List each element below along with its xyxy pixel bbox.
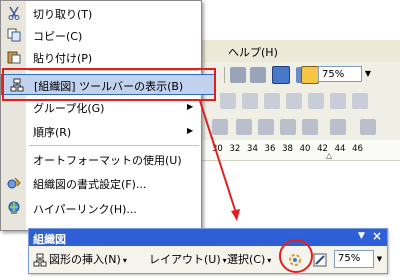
layout-label: レイアウト(U)	[149, 253, 221, 266]
submenu-arrow-icon: ▶	[187, 126, 194, 135]
menu-item-paste[interactable]: 貼り付け(P)	[1, 47, 201, 68]
align-icon[interactable]	[220, 93, 236, 109]
toolbar-options-icon[interactable]: ▼	[358, 231, 365, 241]
scissors-icon	[7, 6, 21, 20]
toolbar-title: 組織図	[33, 233, 66, 246]
menu-item-label: 切り取り(T)	[33, 8, 93, 21]
zoom-dropdown-icon[interactable]: ▼	[374, 250, 385, 268]
toolbar-separator	[224, 67, 225, 83]
menu-item-cut[interactable]: 切り取り(T)	[1, 3, 201, 24]
menu-item-label: グループ化(G)	[33, 102, 105, 115]
menu-help[interactable]: ヘルプ(H)	[228, 44, 278, 60]
text-direction-icon[interactable]	[330, 119, 346, 135]
select-label: 選択(C)	[227, 253, 266, 266]
zoom-box[interactable]: 75%	[318, 66, 362, 82]
dropdown-arrow-icon: ▾	[267, 256, 272, 265]
insert-shape-label: 図形の挿入(N)	[49, 253, 121, 266]
table-icon[interactable]	[308, 93, 324, 109]
drawing-icon[interactable]	[272, 66, 290, 84]
paste-icon	[7, 50, 21, 64]
bullets-icon[interactable]	[258, 119, 274, 135]
layout-button[interactable]: レイアウト(U) ▾	[149, 250, 227, 270]
indent-marker-icon[interactable]: △	[326, 151, 332, 160]
menu-item-label: 貼り付け(P)	[33, 52, 93, 65]
menu-separator	[29, 145, 199, 146]
font-color-icon[interactable]	[360, 119, 376, 135]
menu-item-label: 組織図の書式設定(F)...	[33, 178, 147, 191]
hyperlink-icon	[7, 201, 21, 215]
close-icon[interactable]: ×	[372, 229, 382, 243]
menu-item-label: コピー(C)	[33, 30, 83, 43]
columns-icon[interactable]	[352, 93, 368, 109]
insert-shape-icon[interactable]	[33, 250, 47, 270]
annotation-highlight-box	[2, 68, 216, 101]
columns-icon[interactable]	[250, 67, 266, 83]
select-button[interactable]: 選択(C) ▾	[227, 250, 271, 270]
menu-item-format-org-chart[interactable]: 組織図の書式設定(F)...	[1, 173, 201, 194]
org-zoom-box[interactable]: 75%	[334, 250, 374, 268]
decrease-indent-icon[interactable]	[280, 119, 296, 135]
menu-item-order[interactable]: 順序(R) ▶	[1, 121, 201, 142]
toolbar-titlebar[interactable]: 組織図 ▼ ×	[29, 229, 387, 246]
list-icon[interactable]	[230, 67, 246, 83]
numbering-icon[interactable]	[236, 119, 252, 135]
menu-item-label: 順序(R)	[33, 126, 72, 139]
submenu-arrow-icon: ▶	[187, 102, 194, 111]
menu-item-label: オートフォーマットの使用(U)	[33, 154, 182, 167]
menu-item-autoformat[interactable]: オートフォーマットの使用(U)	[1, 149, 201, 170]
copy-icon	[7, 28, 21, 42]
justify-icon[interactable]	[212, 119, 228, 135]
menu-item-copy[interactable]: コピー(C)	[1, 25, 201, 46]
chart-icon[interactable]	[330, 93, 346, 109]
indent-icon[interactable]	[242, 93, 258, 109]
menu-item-label: ハイパーリンク(H)...	[33, 203, 137, 216]
menu-item-hyperlink[interactable]: ハイパーリンク(H)...	[1, 198, 201, 219]
fit-text-icon[interactable]	[313, 250, 329, 270]
org-chart-toolbar: 組織図 ▼ × 図形の挿入(N) ▾ レイアウト(U) ▾ 選択(C) ▾ 75% ▼	[28, 228, 388, 274]
border-icon[interactable]	[264, 93, 280, 109]
ruler-numbers: 30 32 34 36 38 40 42 44 46	[212, 144, 363, 154]
shading-icon[interactable]	[286, 93, 302, 109]
annotation-circle	[279, 239, 313, 273]
increase-indent-icon[interactable]	[302, 119, 318, 135]
toolbar-buttons-row: 図形の挿入(N) ▾ レイアウト(U) ▾ 選択(C) ▾ 75% ▼	[29, 247, 387, 273]
insert-shape-button[interactable]: 図形の挿入(N) ▾	[49, 250, 127, 270]
show-hide-icon[interactable]	[301, 66, 319, 84]
zoom-dropdown-icon[interactable]: ▼	[362, 66, 374, 82]
dropdown-arrow-icon: ▾	[122, 256, 127, 265]
format-icon	[7, 176, 21, 190]
